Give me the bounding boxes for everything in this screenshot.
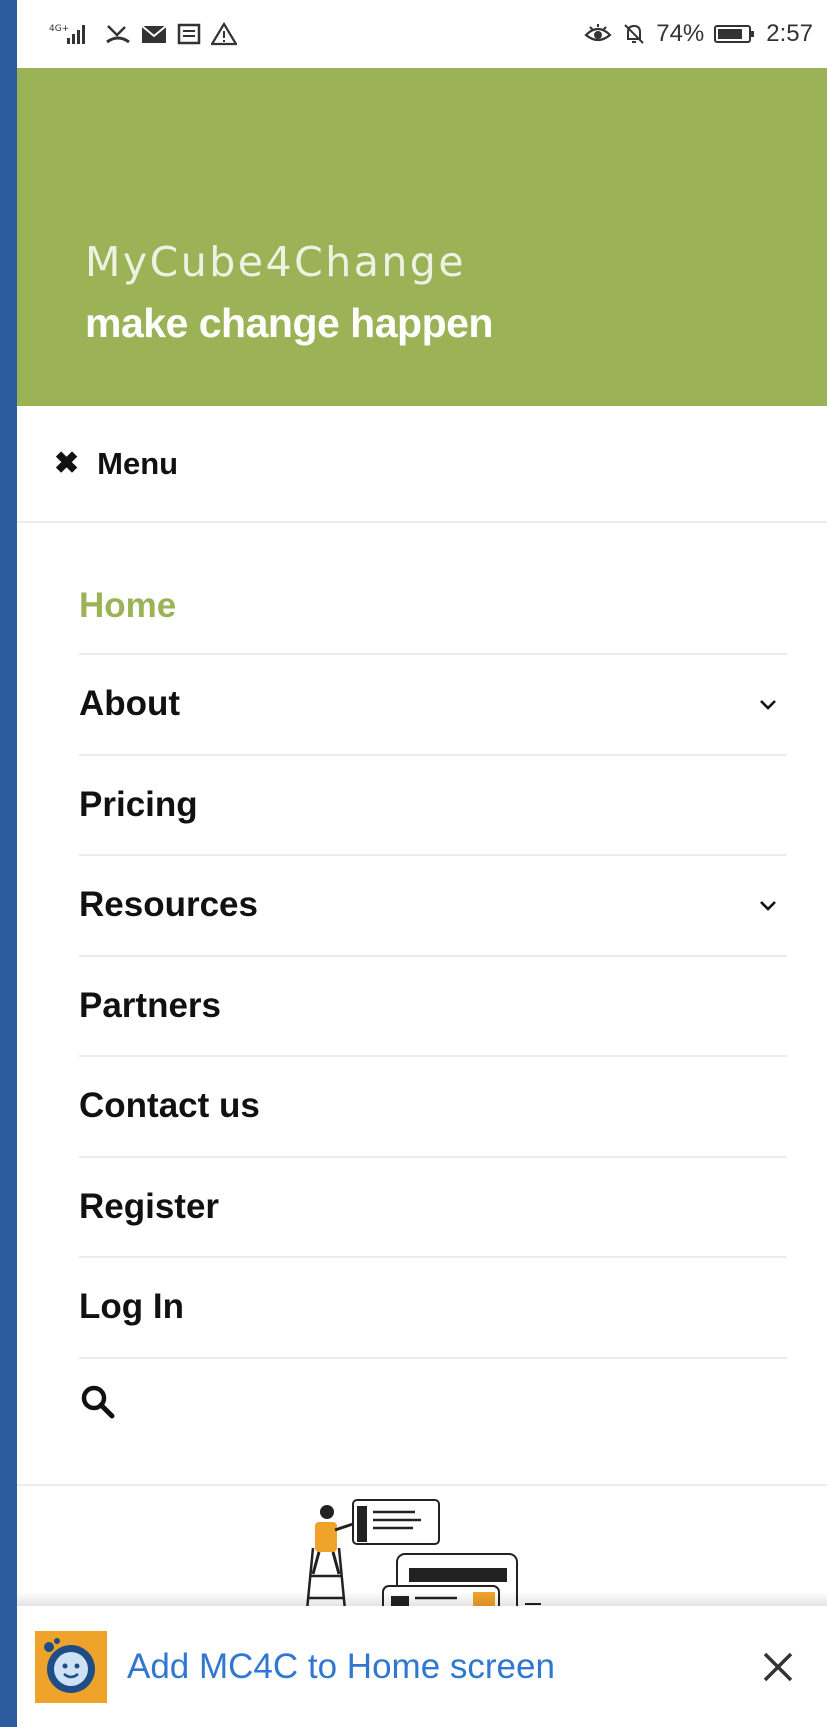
nav-item-resources[interactable]: Resources [79,856,787,957]
hero-illustration [17,1484,827,1617]
nav-item-home[interactable]: Home [79,559,787,655]
mute-bell-icon [622,22,646,46]
nav-item-label: Home [79,586,177,625]
search-toggle[interactable] [79,1359,787,1447]
close-icon[interactable] [761,1650,795,1684]
menu-toggle-label: Menu [97,445,179,481]
close-icon: ✖ [54,447,80,480]
chevron-down-icon[interactable] [757,894,779,916]
phone-screen: 4G+ 74% 2:57 MyCube4Change make change h… [17,0,827,1727]
app-logo-icon [35,1630,107,1703]
clock: 2:57 [766,20,813,47]
nav-item-label: About [79,684,181,724]
nav-item-partners[interactable]: Partners [79,957,787,1057]
main-navigation: Home About Pricing Resources Partners Co… [17,523,827,1447]
mail-icon [141,23,167,45]
network-type: 4G+ [49,24,69,34]
nav-item-label: Pricing [79,784,198,824]
battery-percent: 74% [656,20,705,47]
add-to-home-text[interactable]: Add MC4C to Home screen [127,1647,761,1687]
search-icon[interactable] [79,1383,119,1423]
nav-item-pricing[interactable]: Pricing [79,756,787,856]
message-icon [177,23,201,45]
status-bar: 4G+ 74% 2:57 [17,0,827,68]
nav-item-register[interactable]: Register [79,1158,787,1258]
nav-item-label: Contact us [79,1086,260,1126]
warning-icon [211,22,237,46]
eye-comfort-icon [584,23,612,45]
chevron-down-icon[interactable] [757,693,779,715]
battery-icon [714,23,756,45]
site-header: MyCube4Change make change happen [17,68,827,406]
nav-item-label: Partners [79,985,222,1025]
status-bar-left: 4G+ [49,22,237,46]
missed-call-icon [105,22,131,46]
nav-item-contact-us[interactable]: Contact us [79,1057,787,1158]
status-bar-right: 74% 2:57 [584,20,813,48]
menu-toggle-button[interactable]: ✖ Menu [17,406,827,523]
add-to-home-banner[interactable]: Add MC4C to Home screen [17,1606,827,1727]
nav-item-label: Log In [79,1287,184,1327]
signal-icon: 4G+ [49,22,95,46]
site-title[interactable]: MyCube4Change [85,238,827,286]
nav-item-log-in[interactable]: Log In [79,1258,787,1359]
site-tagline: make change happen [85,300,493,346]
nav-item-label: Register [79,1186,220,1226]
nav-item-about[interactable]: About [79,655,787,756]
nav-item-label: Resources [79,885,258,925]
